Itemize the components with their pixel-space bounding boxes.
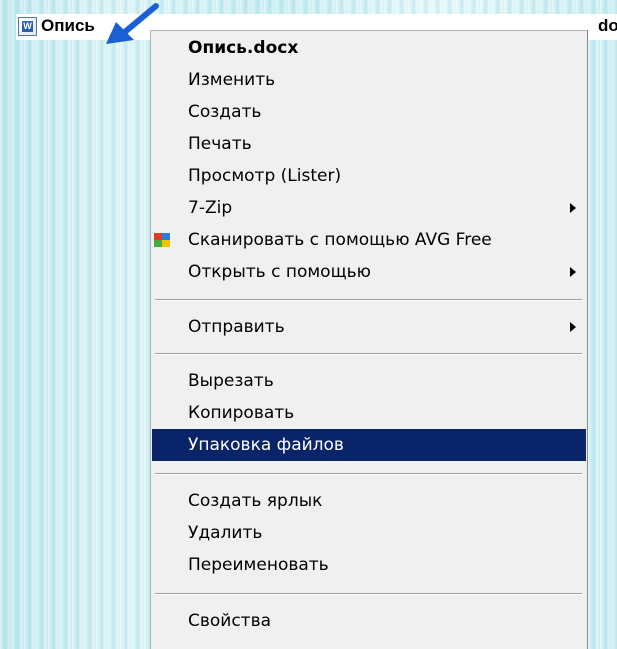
menu-item-7zip[interactable]: 7-Zip xyxy=(152,192,586,224)
menu-item-copy[interactable]: Копировать xyxy=(152,397,586,429)
menu-item-cut[interactable]: Вырезать xyxy=(152,365,586,397)
context-menu: Опись.docx Изменить Создать Печать Просм… xyxy=(150,30,588,649)
word-document-icon: W xyxy=(18,17,37,36)
submenu-arrow-icon xyxy=(570,267,576,277)
submenu-arrow-icon xyxy=(570,322,576,332)
menu-item-open-with[interactable]: Открыть с помощью xyxy=(152,256,586,288)
menu-item-print[interactable]: Печать xyxy=(152,128,586,160)
file-extension: docx xyxy=(598,16,617,35)
menu-separator xyxy=(155,473,582,475)
menu-item-send-to[interactable]: Отправить xyxy=(152,311,586,343)
menu-item-delete[interactable]: Удалить xyxy=(152,517,586,549)
menu-item-avg-scan[interactable]: Сканировать с помощью AVG Free xyxy=(152,224,586,256)
menu-item-create-shortcut[interactable]: Создать ярлык xyxy=(152,485,586,517)
avg-icon xyxy=(154,233,170,247)
menu-item-rename[interactable]: Переименовать xyxy=(152,549,586,581)
menu-item-create[interactable]: Создать xyxy=(152,96,586,128)
menu-separator xyxy=(155,353,582,355)
menu-item-open[interactable]: Опись.docx xyxy=(152,32,586,64)
menu-item-edit[interactable]: Изменить xyxy=(152,64,586,96)
menu-separator xyxy=(155,299,582,301)
submenu-arrow-icon xyxy=(570,203,576,213)
menu-item-lister[interactable]: Просмотр (Lister) xyxy=(152,160,586,192)
menu-separator xyxy=(155,593,582,595)
menu-item-pack-files[interactable]: Упаковка файлов xyxy=(152,429,586,461)
file-name: Опись xyxy=(41,16,95,35)
menu-item-properties[interactable]: Свойства xyxy=(152,605,586,637)
